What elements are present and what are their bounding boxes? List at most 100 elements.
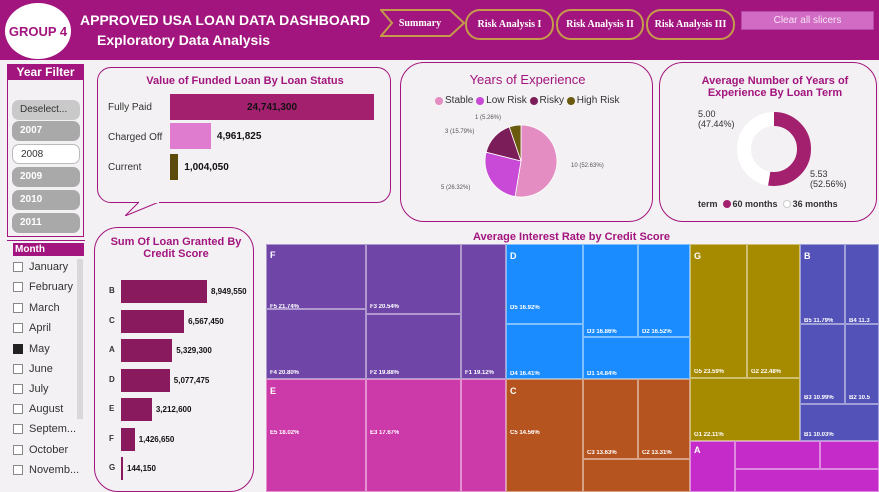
checkbox-icon — [13, 445, 23, 455]
checkbox-icon — [13, 262, 23, 272]
year-option-2009[interactable]: 2009 — [12, 167, 80, 187]
treemap-cell-b4[interactable]: B4 11.3 — [845, 244, 879, 324]
year-option-2010[interactable]: 2010 — [12, 190, 80, 210]
treemap-cell-b5[interactable]: B B5 11.79% — [800, 244, 845, 324]
checkbox-icon — [13, 282, 23, 292]
status-value-label: 1,004,050 — [184, 162, 229, 173]
grade-bar[interactable] — [121, 427, 135, 451]
slice-label-stable: 10 (52.63%) — [571, 163, 604, 169]
treemap-cell-d1[interactable]: D1 14.84% — [583, 337, 690, 379]
year-option-2007[interactable]: 2007 — [12, 121, 80, 141]
status-value-label: 4,961,825 — [216, 131, 262, 142]
treemap-cell-g2[interactable]: G2 22.48% — [747, 244, 800, 378]
treemap-cell-b3[interactable]: B3 10.99% — [800, 324, 845, 404]
treemap-cell-d4[interactable]: D4 16.41% — [506, 324, 583, 379]
treemap-cell-a4[interactable] — [735, 441, 820, 469]
treemap-cell-c2[interactable]: C2 13.31% — [638, 379, 690, 459]
donut-label-36-pct: (47.44%) — [698, 119, 735, 129]
treemap-cell-f4[interactable]: F4 20.80% — [266, 309, 366, 379]
grade-bar[interactable] — [121, 398, 152, 421]
month-filter-slicer: Month January February March April May J… — [7, 240, 85, 492]
treemap-cell-c-other[interactable] — [583, 459, 690, 492]
experience-card: Years of Experience Stable Low Risk Risk… — [400, 62, 653, 222]
nav-summary-button[interactable]: Summary — [380, 9, 466, 37]
treemap-cell-a2[interactable] — [735, 469, 879, 492]
month-scrollbar[interactable] — [77, 259, 83, 419]
year-filter-title: Year Filter — [8, 65, 83, 80]
year-option-2008[interactable]: 2008 — [12, 144, 80, 164]
treemap-cell-d3[interactable]: D3 16.86% — [583, 244, 638, 337]
loan-by-grade-title: Sum Of Loan Granted By Credit Score — [110, 236, 242, 260]
year-option-deselect[interactable]: Deselect... — [12, 100, 80, 120]
treemap-group-f-label: F — [270, 250, 276, 260]
year-filter-slicer: Year Filter Deselect... 2007 2008 2009 2… — [7, 64, 84, 237]
treemap-cell-e-other[interactable] — [461, 379, 506, 492]
slice-label-low-risk: 5 (26.32%) — [441, 185, 471, 191]
grade-value-label: 8,949,550 — [211, 287, 247, 296]
status-label: Current — [108, 162, 142, 173]
clear-slicers-button[interactable]: Clear all slicers — [741, 11, 874, 30]
grade-value-label: 6,567,450 — [188, 316, 224, 326]
grade-bar[interactable] — [121, 368, 170, 392]
treemap-cell-c5[interactable]: C C5 14.56% — [506, 379, 583, 492]
grade-bar[interactable] — [121, 457, 123, 480]
month-option-january[interactable]: January — [13, 259, 68, 275]
grade-bar[interactable] — [121, 280, 207, 303]
treemap-cell-g1[interactable]: G1 22.11% — [690, 378, 800, 441]
legend-dot-icon — [435, 96, 443, 105]
grade-bar[interactable] — [121, 309, 185, 333]
checkbox-icon — [13, 465, 23, 475]
treemap-cell-f3[interactable]: F3 20.54% — [366, 244, 461, 314]
grade-value-label: 3,212,600 — [155, 405, 192, 414]
term-donut-chart — [737, 112, 811, 186]
donut-label-60-pct: (52.56%) — [810, 179, 847, 189]
treemap-cell-e3[interactable]: E3 17.67% — [366, 379, 461, 492]
checkbox-icon — [13, 323, 23, 333]
loan-by-grade-card: Sum Of Loan Granted By Credit Score B 8,9… — [94, 227, 254, 492]
treemap-cell-a3[interactable] — [820, 441, 879, 469]
avg-experience-term-card: Average Number of Years of Experience By… — [659, 62, 877, 222]
treemap-title: Average Interest Rate by Credit Score — [472, 231, 671, 243]
nav-risk-analysis-2-button[interactable]: Risk Analysis II — [556, 9, 644, 40]
treemap-cell-c3[interactable]: C3 13.63% — [583, 379, 638, 459]
checkbox-icon — [13, 364, 23, 374]
experience-legend: Stable Low Risk Risky High Risk — [435, 95, 620, 106]
treemap-cell-f2[interactable]: F2 19.88% — [366, 314, 461, 379]
treemap-cell-b2[interactable]: B2 10.5 — [845, 324, 879, 404]
month-option-november[interactable]: Novemb... — [13, 462, 79, 478]
year-option-2011[interactable]: 2011 — [12, 213, 80, 233]
treemap-cell-d5[interactable]: D D5 16.92% — [506, 244, 583, 324]
status-bar[interactable] — [170, 154, 179, 180]
month-option-march[interactable]: March — [13, 300, 60, 316]
dashboard-subtitle: Exploratory Data Analysis — [97, 32, 270, 48]
grade-label: B — [109, 286, 115, 295]
checkbox-checked-icon — [13, 344, 23, 354]
month-option-august[interactable]: August — [13, 401, 63, 417]
nav-risk-analysis-1-button[interactable]: Risk Analysis I — [465, 9, 554, 40]
funded-loan-status-card: Value of Funded Loan By Loan Status Full… — [97, 67, 391, 203]
grade-bar[interactable] — [121, 339, 173, 362]
month-option-july[interactable]: July — [13, 381, 49, 397]
month-option-september[interactable]: Septem... — [13, 421, 76, 437]
grade-value-label: 5,329,300 — [176, 346, 212, 355]
month-option-october[interactable]: October — [13, 442, 68, 458]
month-option-may[interactable]: May — [13, 341, 50, 357]
treemap-cell-b1[interactable]: B1 10.03% — [800, 404, 879, 441]
dashboard-title: APPROVED USA LOAN DATA DASHBOARD — [80, 12, 371, 28]
treemap-cell-d2[interactable]: D2 16.52% — [638, 244, 690, 337]
group-logo: GROUP 4 — [5, 3, 71, 59]
grade-label: G — [109, 463, 116, 472]
treemap-cell-a5[interactable]: A — [690, 441, 735, 492]
checkbox-icon — [13, 404, 23, 414]
treemap-cell-e5[interactable]: E E5 18.02% — [266, 379, 366, 492]
status-bar[interactable] — [170, 123, 211, 149]
treemap-cell-f1[interactable]: F1 19.12% — [461, 244, 506, 379]
dashboard: GROUP 4 APPROVED USA LOAN DATA DASHBOARD… — [0, 0, 879, 492]
month-option-june[interactable]: June — [13, 361, 53, 377]
grade-label: D — [109, 374, 115, 384]
month-option-april[interactable]: April — [13, 320, 51, 336]
nav-risk-analysis-3-button[interactable]: Risk Analysis III — [646, 9, 735, 40]
treemap-cell-g5[interactable]: G G5 23.59% — [690, 244, 747, 378]
month-option-february[interactable]: February — [13, 279, 73, 295]
legend-dot-icon — [529, 96, 538, 105]
